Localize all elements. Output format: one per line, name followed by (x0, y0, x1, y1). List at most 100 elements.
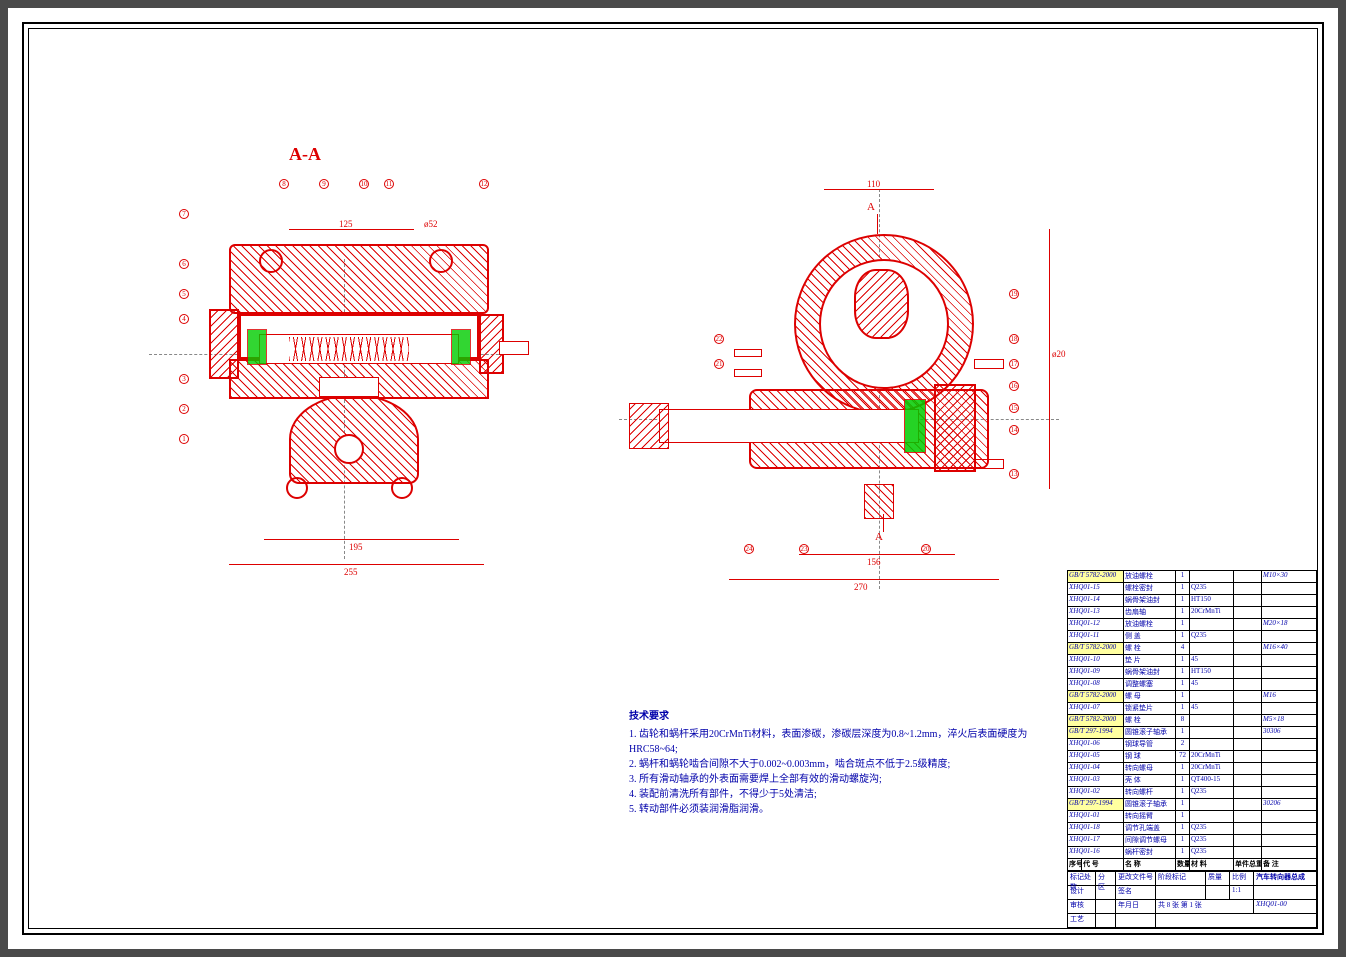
tb-l0: 标记处数 (1068, 872, 1096, 885)
title-block: GB/T 5782-2000放油螺栓1M10×30XHQ01-15螺栓密封1Q2… (1067, 570, 1317, 928)
col-note: 备 注 (1262, 859, 1317, 870)
bom-row: XHQ01-06钢球导管2 (1068, 739, 1317, 751)
note-5: 5. 转动部件必须装润滑脂润滑。 (629, 802, 1049, 817)
tb-mass (1206, 886, 1230, 899)
bom-row: XHQ01-11侧 盖1Q235 (1068, 631, 1317, 643)
bom-row: GB/T 5782-2000放油螺栓1M10×30 (1068, 571, 1317, 583)
section-view-aa: A-A (169, 159, 524, 579)
bom-row: XHQ01-03壳 体1QT400-15 (1068, 775, 1317, 787)
worm-thread (289, 337, 409, 361)
sector-teeth (319, 377, 379, 397)
bearing-right (451, 329, 471, 365)
drawing-sheet: A-A (8, 8, 1338, 949)
arrow-line-b (883, 514, 884, 532)
note-3: 3. 所有滑动轴承的外表面需要焊上全部有效的滑动螺旋沟; (629, 772, 1049, 787)
balloon: 12 (479, 179, 489, 189)
bom-row: XHQ01-10垫 片145 (1068, 655, 1317, 667)
tb-r0: 更改文件号 (1116, 872, 1156, 885)
dim-270-line (729, 579, 999, 580)
balloon: 8 (279, 179, 289, 189)
bom-row: XHQ01-01转向摇臂1 (1068, 811, 1317, 823)
balloon: 1 (179, 434, 189, 444)
col-qty: 数量 (1176, 859, 1190, 870)
note-4: 4. 装配前清洗所有部件，不得少于5处清洁; (629, 787, 1049, 802)
tb-r1: 签名 (1116, 886, 1156, 899)
balloon: 11 (384, 179, 394, 189)
balloon: 19 (1009, 289, 1019, 299)
balloon: 23 (799, 544, 809, 554)
tb-stage: 阶段标记 (1156, 872, 1206, 885)
bom-row: XHQ01-16蜗杆密封1Q235 (1068, 847, 1317, 859)
col-seq: 序号 (1068, 859, 1082, 870)
end-cap-l (209, 309, 239, 379)
sector-shaft (659, 409, 919, 443)
col-code: 代 号 (1082, 859, 1124, 870)
bom-row: XHQ01-07锁紧垫片145 (1068, 703, 1317, 715)
balloon: 15 (1009, 403, 1019, 413)
bom-row: XHQ01-18调节孔端盖1Q235 (1068, 823, 1317, 835)
flange-hole-1 (286, 477, 308, 499)
dim-195-line (264, 539, 459, 540)
dim-156: 156 (867, 557, 881, 567)
dim-156-line (799, 554, 955, 555)
bolt-bot (974, 459, 1004, 469)
col-name: 名 称 (1124, 859, 1176, 870)
bearing-side (904, 399, 926, 453)
bom-header: 序号 代 号 名 称 数量 材 料 单件总重重量 备 注 (1068, 859, 1317, 871)
side-cover (934, 384, 976, 472)
bom-table: GB/T 5782-2000放油螺栓1M10×30XHQ01-15螺栓密封1Q2… (1068, 571, 1317, 859)
bom-row: GB/T 297-1994圆锥滚子轴承130306 (1068, 727, 1317, 739)
balloon: 2 (179, 404, 189, 414)
shaft-ext (499, 341, 529, 355)
dim-h: ø20 (1052, 349, 1066, 359)
arrow-line-t (877, 214, 878, 234)
balloon: 9 (319, 179, 329, 189)
bearing-left (247, 329, 267, 365)
bom-row: GB/T 297-1994圆锥滚子轴承130206 (1068, 799, 1317, 811)
bom-row: XHQ01-17间隙调节螺母1Q235 (1068, 835, 1317, 847)
bom-row: XHQ01-12放油螺栓1M20×18 (1068, 619, 1317, 631)
worm-bolt-1 (734, 349, 762, 357)
bom-row: XHQ01-02转向螺杆1Q235 (1068, 787, 1317, 799)
dim-255: 255 (344, 567, 358, 577)
outer-frame: A-A (22, 22, 1324, 935)
tb-l1: 设计 (1068, 886, 1096, 899)
bom-row: XHQ01-04转向螺母120CrMnTi (1068, 763, 1317, 775)
bom-row: XHQ01-13齿扇轴120CrMnTi (1068, 607, 1317, 619)
balloon: 5 (179, 289, 189, 299)
balloon: 24 (744, 544, 754, 554)
note-1: 1. 齿轮和蜗杆采用20CrMnTi材料，表面渗碳，渗碳层深度为0.8~1.2m… (629, 727, 1049, 757)
section-arrow-a-top: A (867, 201, 875, 213)
shaft-spline-end (629, 403, 669, 449)
balloon: 4 (179, 314, 189, 324)
notes-title: 技术要求 (629, 709, 1049, 724)
bom-row: XHQ01-15螺栓密封1Q235 (1068, 583, 1317, 595)
balloon: 13 (1009, 469, 1019, 479)
tb-sheet: 共 8 张 第 1 张 (1156, 900, 1254, 913)
title-block-lower: 标记处数 分 区 更改文件号 阶段标记 质量 比例 汽车转向器总成 设计 签名 (1068, 871, 1317, 928)
col-mat: 材 料 (1190, 859, 1234, 870)
bom-row: XHQ01-05钢 球7220CrMnTi (1068, 751, 1317, 763)
section-label: A-A (289, 144, 321, 165)
technical-requirements: 技术要求 1. 齿轮和蜗杆采用20CrMnTi材料，表面渗碳，渗碳层深度为0.8… (629, 709, 1049, 817)
note-2: 2. 蜗杆和蜗轮啮合间隙不大于0.002~0.003mm，啮合斑点不低于2.5级… (629, 757, 1049, 772)
tb-l3: 工艺 (1068, 914, 1096, 927)
dim-125-line (289, 229, 414, 230)
flange-hole-2 (391, 477, 413, 499)
bolt-hole-2 (429, 249, 453, 273)
balloon: 22 (714, 334, 724, 344)
bom-row: GB/T 5782-2000螺 母1M16 (1068, 691, 1317, 703)
col-unit: 单件总重重量 (1234, 859, 1262, 870)
balloon: 17 (1009, 359, 1019, 369)
worm-bolt-2 (734, 369, 762, 377)
tb-l2: 审核 (1068, 900, 1096, 913)
bom-row: XHQ01-14蜗骨架油封1HT150 (1068, 595, 1317, 607)
balloon: 3 (179, 374, 189, 384)
balloon: 14 (1009, 425, 1019, 435)
worm-end-view (854, 269, 909, 339)
drain-plug (864, 484, 894, 519)
balloon: 16 (1009, 381, 1019, 391)
inner-frame: A-A (28, 28, 1318, 929)
bolt-top (974, 359, 1004, 369)
dim-255-line (229, 564, 484, 565)
